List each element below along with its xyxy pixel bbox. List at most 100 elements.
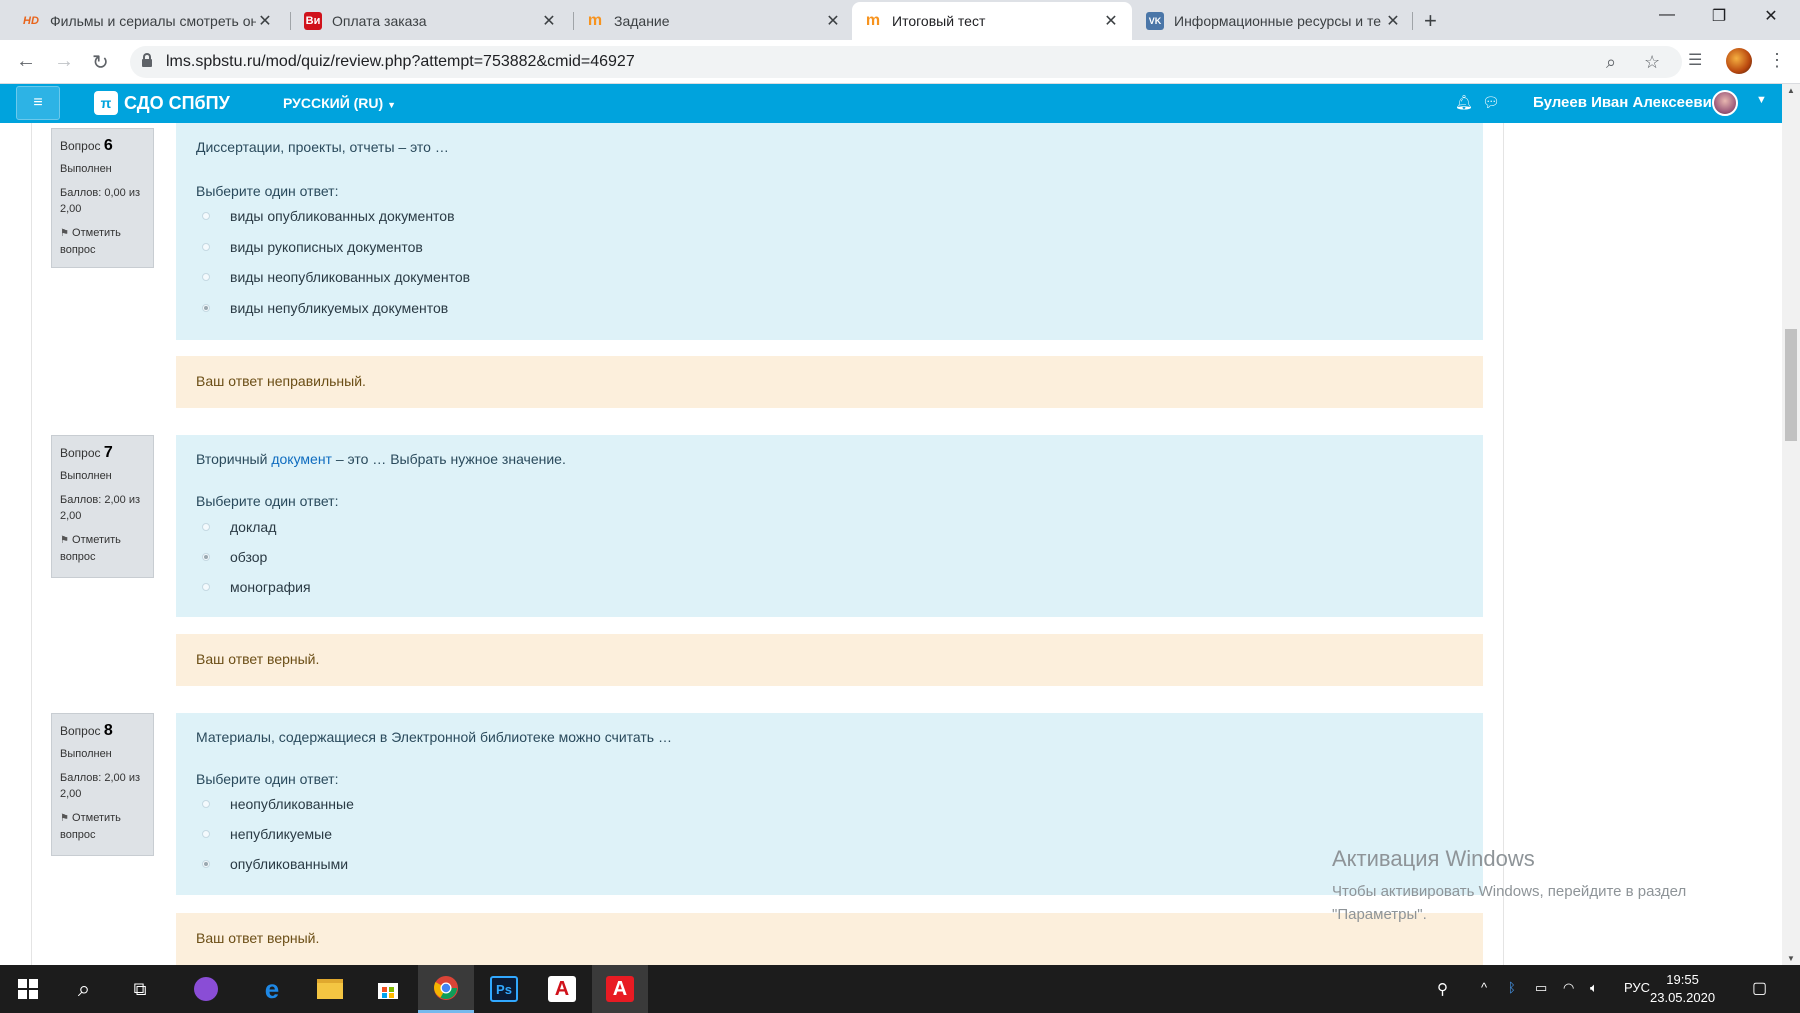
answer-option[interactable]: виды неопубликованных документов: [202, 269, 470, 285]
user-avatar[interactable]: [1712, 90, 1738, 116]
acrobat-reader-icon[interactable]: A: [592, 965, 648, 1013]
browser-tab[interactable]: VK Информационные ресурсы и те ✕: [1134, 2, 1414, 40]
url-text[interactable]: lms.spbstu.ru/mod/quiz/review.php?attemp…: [166, 53, 635, 71]
forward-icon[interactable]: →: [54, 50, 74, 73]
profile-avatar[interactable]: [1726, 48, 1752, 74]
chat-bubble-icon[interactable]: 💬︎: [1482, 94, 1500, 111]
scroll-down-icon[interactable]: ▼: [1787, 954, 1795, 963]
battery-icon[interactable]: ▭: [1535, 980, 1547, 996]
task-view-icon[interactable]: ⧉: [112, 965, 168, 1013]
caret-down-icon: ▼: [387, 100, 396, 110]
close-icon[interactable]: ✕: [824, 11, 842, 31]
page-scrollbar[interactable]: ▲ ▼: [1782, 84, 1800, 965]
close-icon[interactable]: ✕: [540, 11, 558, 31]
question-number: Вопрос 8: [60, 722, 113, 739]
watermark-title: Активация Windows: [1332, 846, 1535, 871]
close-icon[interactable]: ✕: [256, 11, 274, 31]
windows-activation-watermark: Активация Windows Чтобы активировать Win…: [1332, 846, 1686, 926]
flag-icon: ⚑: [60, 535, 69, 546]
back-icon[interactable]: ←: [16, 50, 36, 73]
answer-option[interactable]: опубликованными: [202, 856, 348, 872]
media-queue-icon[interactable]: ☰: [1688, 50, 1702, 70]
answer-option[interactable]: виды непубликуемых документов: [202, 300, 448, 316]
answer-option[interactable]: доклад: [202, 519, 276, 535]
bluetooth-icon[interactable]: ᛒ: [1508, 980, 1516, 995]
glossary-link[interactable]: документ: [271, 451, 332, 467]
minimize-icon[interactable]: —: [1644, 6, 1690, 24]
volume-icon[interactable]: 🔈︎: [1590, 980, 1598, 996]
people-icon[interactable]: ⚲: [1437, 980, 1448, 998]
answer-option[interactable]: обзор: [202, 549, 267, 565]
answer-option[interactable]: неопубликованные: [202, 796, 354, 812]
chevron-up-icon[interactable]: ^: [1481, 980, 1487, 995]
bookmark-star-icon[interactable]: ☆: [1644, 52, 1660, 73]
user-name[interactable]: Булеев Иван Алексеевич: [1533, 94, 1721, 111]
caret-down-icon[interactable]: ▼: [1756, 94, 1767, 106]
input-language[interactable]: РУС: [1624, 980, 1650, 995]
radio-button[interactable]: [202, 212, 210, 220]
question-text: Вторичный документ – это … Выбрать нужно…: [196, 451, 566, 467]
site-brand[interactable]: π СДО СПбПУ: [94, 91, 230, 115]
address-bar[interactable]: lms.spbstu.ru/mod/quiz/review.php?attemp…: [130, 46, 1682, 78]
radio-button[interactable]: [202, 523, 210, 531]
browser-menu-icon[interactable]: ⋮: [1768, 50, 1786, 71]
watermark-text: Чтобы активировать Windows, перейдите в …: [1332, 883, 1687, 900]
store-icon[interactable]: [360, 965, 416, 1013]
chrome-icon[interactable]: [418, 965, 474, 1013]
radio-button-checked[interactable]: [202, 553, 210, 561]
file-explorer-icon[interactable]: [302, 965, 358, 1013]
radio-button[interactable]: [202, 583, 210, 591]
answer-option[interactable]: непубликуемые: [202, 826, 332, 842]
browser-tab-active[interactable]: m Итоговый тест ✕: [852, 2, 1132, 40]
radio-button-checked[interactable]: [202, 860, 210, 868]
flag-question-link[interactable]: ⚑ Отметить вопрос: [60, 225, 145, 258]
answer-option[interactable]: виды рукописных документов: [202, 239, 423, 255]
language-label: РУССКИЙ (RU): [283, 95, 384, 111]
window-close-icon[interactable]: ✕: [1748, 6, 1794, 26]
radio-button[interactable]: [202, 800, 210, 808]
menu-toggle-button[interactable]: ≡: [16, 86, 60, 120]
browser-tab[interactable]: m Задание ✕: [574, 2, 854, 40]
flag-question-link[interactable]: ⚑ Отметить вопрос: [60, 810, 145, 843]
question-text: Диссертации, проекты, отчеты – это …: [196, 139, 449, 155]
acrobat-icon[interactable]: A: [534, 965, 590, 1013]
browser-tab[interactable]: HD Фильмы и сериалы смотреть он ✕: [10, 2, 286, 40]
clock-date: 23.05.2020: [1650, 990, 1716, 1005]
flag-question-link[interactable]: ⚑ Отметить вопрос: [60, 532, 145, 565]
question-state: Выполнен: [60, 470, 112, 482]
photoshop-icon[interactable]: Ps: [476, 965, 532, 1013]
radio-button[interactable]: [202, 830, 210, 838]
windows-start-icon[interactable]: [0, 965, 56, 1013]
cortana-icon[interactable]: [178, 965, 234, 1013]
edge-icon[interactable]: e: [244, 965, 300, 1013]
wifi-icon[interactable]: ◠: [1563, 980, 1574, 996]
bell-icon[interactable]: 🔔︎: [1455, 94, 1473, 111]
browser-tab[interactable]: Ви Оплата заказа ✕: [292, 2, 570, 40]
answer-option[interactable]: виды опубликованных документов: [202, 208, 455, 224]
close-icon[interactable]: ✕: [1384, 11, 1402, 31]
new-tab-icon[interactable]: +: [1424, 8, 1437, 34]
close-icon[interactable]: ✕: [1102, 11, 1120, 31]
scrollbar-thumb[interactable]: [1785, 329, 1797, 441]
lock-icon[interactable]: [142, 53, 152, 67]
reload-icon[interactable]: ↻: [92, 50, 109, 75]
radio-button[interactable]: [202, 243, 210, 251]
restore-icon[interactable]: ❐: [1696, 6, 1742, 26]
radio-button[interactable]: [202, 273, 210, 281]
tab-title: Итоговый тест: [892, 13, 986, 29]
scroll-up-icon[interactable]: ▲: [1787, 86, 1795, 95]
system-clock[interactable]: 19:55 23.05.2020: [1650, 971, 1715, 1007]
question-text: Материалы, содержащиеся в Электронной би…: [196, 729, 672, 745]
search-icon[interactable]: ⌕: [56, 965, 112, 1013]
language-menu[interactable]: РУССКИЙ (RU) ▼: [283, 95, 396, 111]
notification-icon[interactable]: ▢: [1752, 978, 1767, 998]
spbstu-logo-icon: π: [94, 91, 118, 115]
answer-option[interactable]: монография: [202, 579, 311, 595]
question-formulation: Материалы, содержащиеся в Электронной би…: [176, 713, 1483, 895]
question-info: Вопрос 8 Выполнен Баллов: 2,00 из 2,00 ⚑…: [51, 713, 154, 856]
radio-button-checked[interactable]: [202, 304, 210, 312]
zoom-icon[interactable]: ⌕: [1606, 52, 1616, 73]
vk-favicon-icon: VK: [1146, 12, 1164, 30]
vi-favicon-icon: Ви: [304, 12, 322, 30]
moodle-favicon-icon: m: [865, 12, 881, 29]
